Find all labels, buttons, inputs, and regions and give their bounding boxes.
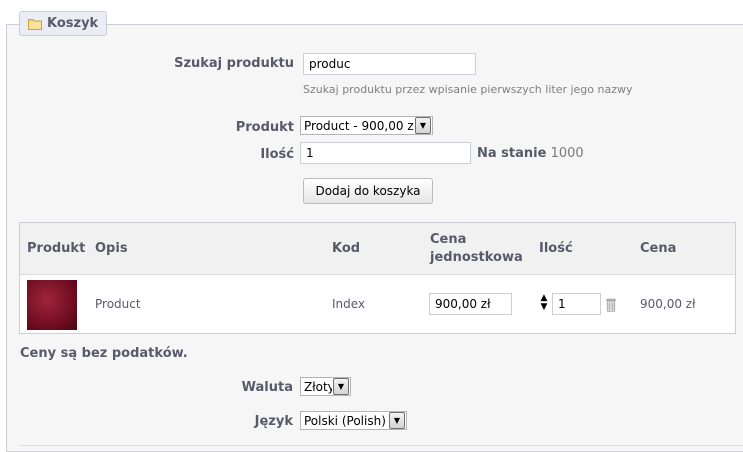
tax-notice: Ceny są bez podatków.: [20, 346, 188, 361]
row-price: 900,00 zł: [640, 297, 696, 311]
quantity-input[interactable]: [300, 142, 471, 164]
header-price: Cena: [640, 241, 677, 256]
chevron-down-icon[interactable]: ▼: [389, 412, 405, 429]
cart-table: Produkt Opis Kod Cena jednostkowa Ilość …: [19, 222, 736, 334]
add-to-cart-button[interactable]: Dodaj do koszyka: [303, 178, 433, 204]
language-label: Język: [254, 414, 293, 429]
product-select[interactable]: Product - 900,00 zł ▼: [300, 116, 433, 135]
language-select-value: Polski (Polish): [304, 413, 386, 428]
row-code: Index: [332, 297, 366, 311]
product-label: Produkt: [235, 120, 294, 135]
search-product-input[interactable]: [303, 53, 476, 75]
stock-label: Na stanie: [477, 146, 547, 161]
cart-title: Koszyk: [47, 16, 99, 31]
header-code: Kod: [332, 241, 361, 256]
currency-select[interactable]: Złoty ▼: [300, 377, 351, 396]
product-thumbnail: [27, 280, 77, 330]
row-description: Product: [95, 297, 141, 311]
stock-info: Na stanie 1000: [477, 146, 584, 161]
cart-fieldset-legend: Koszyk: [19, 11, 108, 36]
header-quantity: Ilość: [539, 241, 573, 256]
chevron-down-icon[interactable]: ▼: [415, 117, 431, 134]
header-unit-price-line2: jednostkowa: [430, 250, 523, 265]
unit-price-input[interactable]: [429, 293, 512, 315]
folder-icon: [28, 18, 42, 30]
header-unit-price-line1: Cena: [430, 232, 467, 247]
row-quantity-input[interactable]: [552, 293, 601, 315]
divider: [19, 445, 743, 446]
product-select-value: Product - 900,00 zł: [304, 118, 414, 133]
quantity-label: Ilość: [260, 147, 294, 162]
trash-icon[interactable]: [606, 298, 616, 312]
search-product-label: Szukaj produktu: [174, 56, 294, 71]
arrow-down-icon[interactable]: ▼: [541, 303, 548, 312]
header-product: Produkt: [27, 241, 86, 256]
language-select[interactable]: Polski (Polish) ▼: [300, 411, 407, 430]
search-product-hint: Szukaj produktu przez wpisanie pierwszyc…: [303, 83, 633, 96]
header-description: Opis: [95, 241, 128, 256]
cart-table-header: Produkt Opis Kod Cena jednostkowa Ilość …: [20, 223, 735, 275]
currency-select-value: Złoty: [304, 379, 332, 394]
stock-value: 1000: [550, 146, 584, 161]
quantity-stepper[interactable]: ▲ ▼: [538, 293, 550, 313]
currency-label: Waluta: [241, 380, 293, 395]
chevron-down-icon[interactable]: ▼: [333, 378, 349, 395]
